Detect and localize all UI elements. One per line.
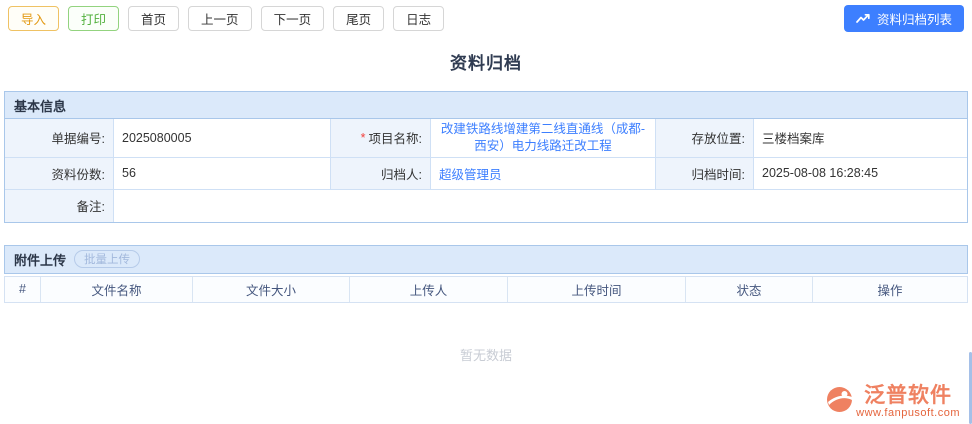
attachments-header: 附件上传 批量上传 (5, 245, 967, 273)
remark-label: 备注: (5, 189, 114, 222)
attachments-table-header: # 文件名称 文件大小 上传人 上传时间 状态 操作 (4, 275, 968, 303)
archiver-label: 归档人: (331, 157, 431, 190)
col-file-name: 文件名称 (41, 276, 193, 302)
attachments-panel: 附件上传 批量上传 (4, 244, 968, 274)
col-upload-time: 上传时间 (508, 276, 686, 302)
archive-time-label: 归档时间: (656, 157, 754, 190)
archive-time-value: 2025-08-08 16:28:45 (754, 157, 967, 190)
col-status: 状态 (686, 276, 813, 302)
project-name-value[interactable]: 改建铁路线增建第二线直通线（成都-西安）电力线路迁改工程 (431, 119, 656, 158)
vendor-logo: 泛普软件 www.fanpusoft.com (826, 384, 960, 419)
location-value: 三楼档案库 (754, 119, 967, 158)
copies-label: 资料份数: (5, 157, 114, 190)
empty-data-text: 暂无数据 (459, 347, 512, 363)
doc-no-value: 2025080005 (114, 119, 331, 158)
prev-page-button[interactable]: 上一页 (188, 6, 252, 31)
attachments-title: 附件上传 (14, 252, 67, 268)
batch-upload-button[interactable]: 批量上传 (74, 250, 141, 269)
archiver-value[interactable]: 超级管理员 (431, 157, 656, 190)
remark-value (114, 189, 967, 222)
col-file-size: 文件大小 (193, 276, 350, 302)
page-title: 资料归档 (450, 54, 522, 73)
basic-info-grid: 单据编号: 2025080005 * 项目名称: 改建铁路线增建第二线直通线（成… (5, 119, 967, 222)
col-index: # (5, 276, 41, 302)
col-uploader: 上传人 (350, 276, 508, 302)
toolbar: 导入 打印 首页 上一页 下一页 尾页 日志 资料归档列表 (0, 0, 972, 36)
location-label: 存放位置: (656, 119, 754, 158)
vendor-url: www.fanpusoft.com (856, 407, 960, 419)
vendor-brand-name: 泛普软件 (864, 383, 953, 407)
basic-info-header: 基本信息 (5, 92, 967, 119)
next-page-button[interactable]: 下一页 (260, 6, 325, 31)
first-page-button[interactable]: 首页 (128, 6, 180, 31)
required-asterisk: * (360, 130, 366, 145)
log-button[interactable]: 日志 (393, 6, 445, 31)
basic-info-title: 基本信息 (14, 98, 67, 114)
project-name-label: * 项目名称: (331, 119, 431, 158)
print-button[interactable]: 打印 (68, 6, 120, 31)
copies-value: 56 (114, 157, 331, 190)
trending-up-icon (856, 13, 871, 24)
last-page-button[interactable]: 尾页 (333, 6, 385, 31)
fanpu-logo-icon (826, 386, 853, 413)
col-actions: 操作 (813, 276, 967, 302)
doc-no-label: 单据编号: (5, 119, 114, 158)
archive-list-button[interactable]: 资料归档列表 (843, 5, 964, 32)
basic-info-panel: 基本信息 单据编号: 2025080005 * 项目名称: 改建铁路线增建第二线… (4, 91, 968, 223)
archive-list-button-label: 资料归档列表 (876, 13, 952, 27)
import-button[interactable]: 导入 (8, 6, 60, 31)
